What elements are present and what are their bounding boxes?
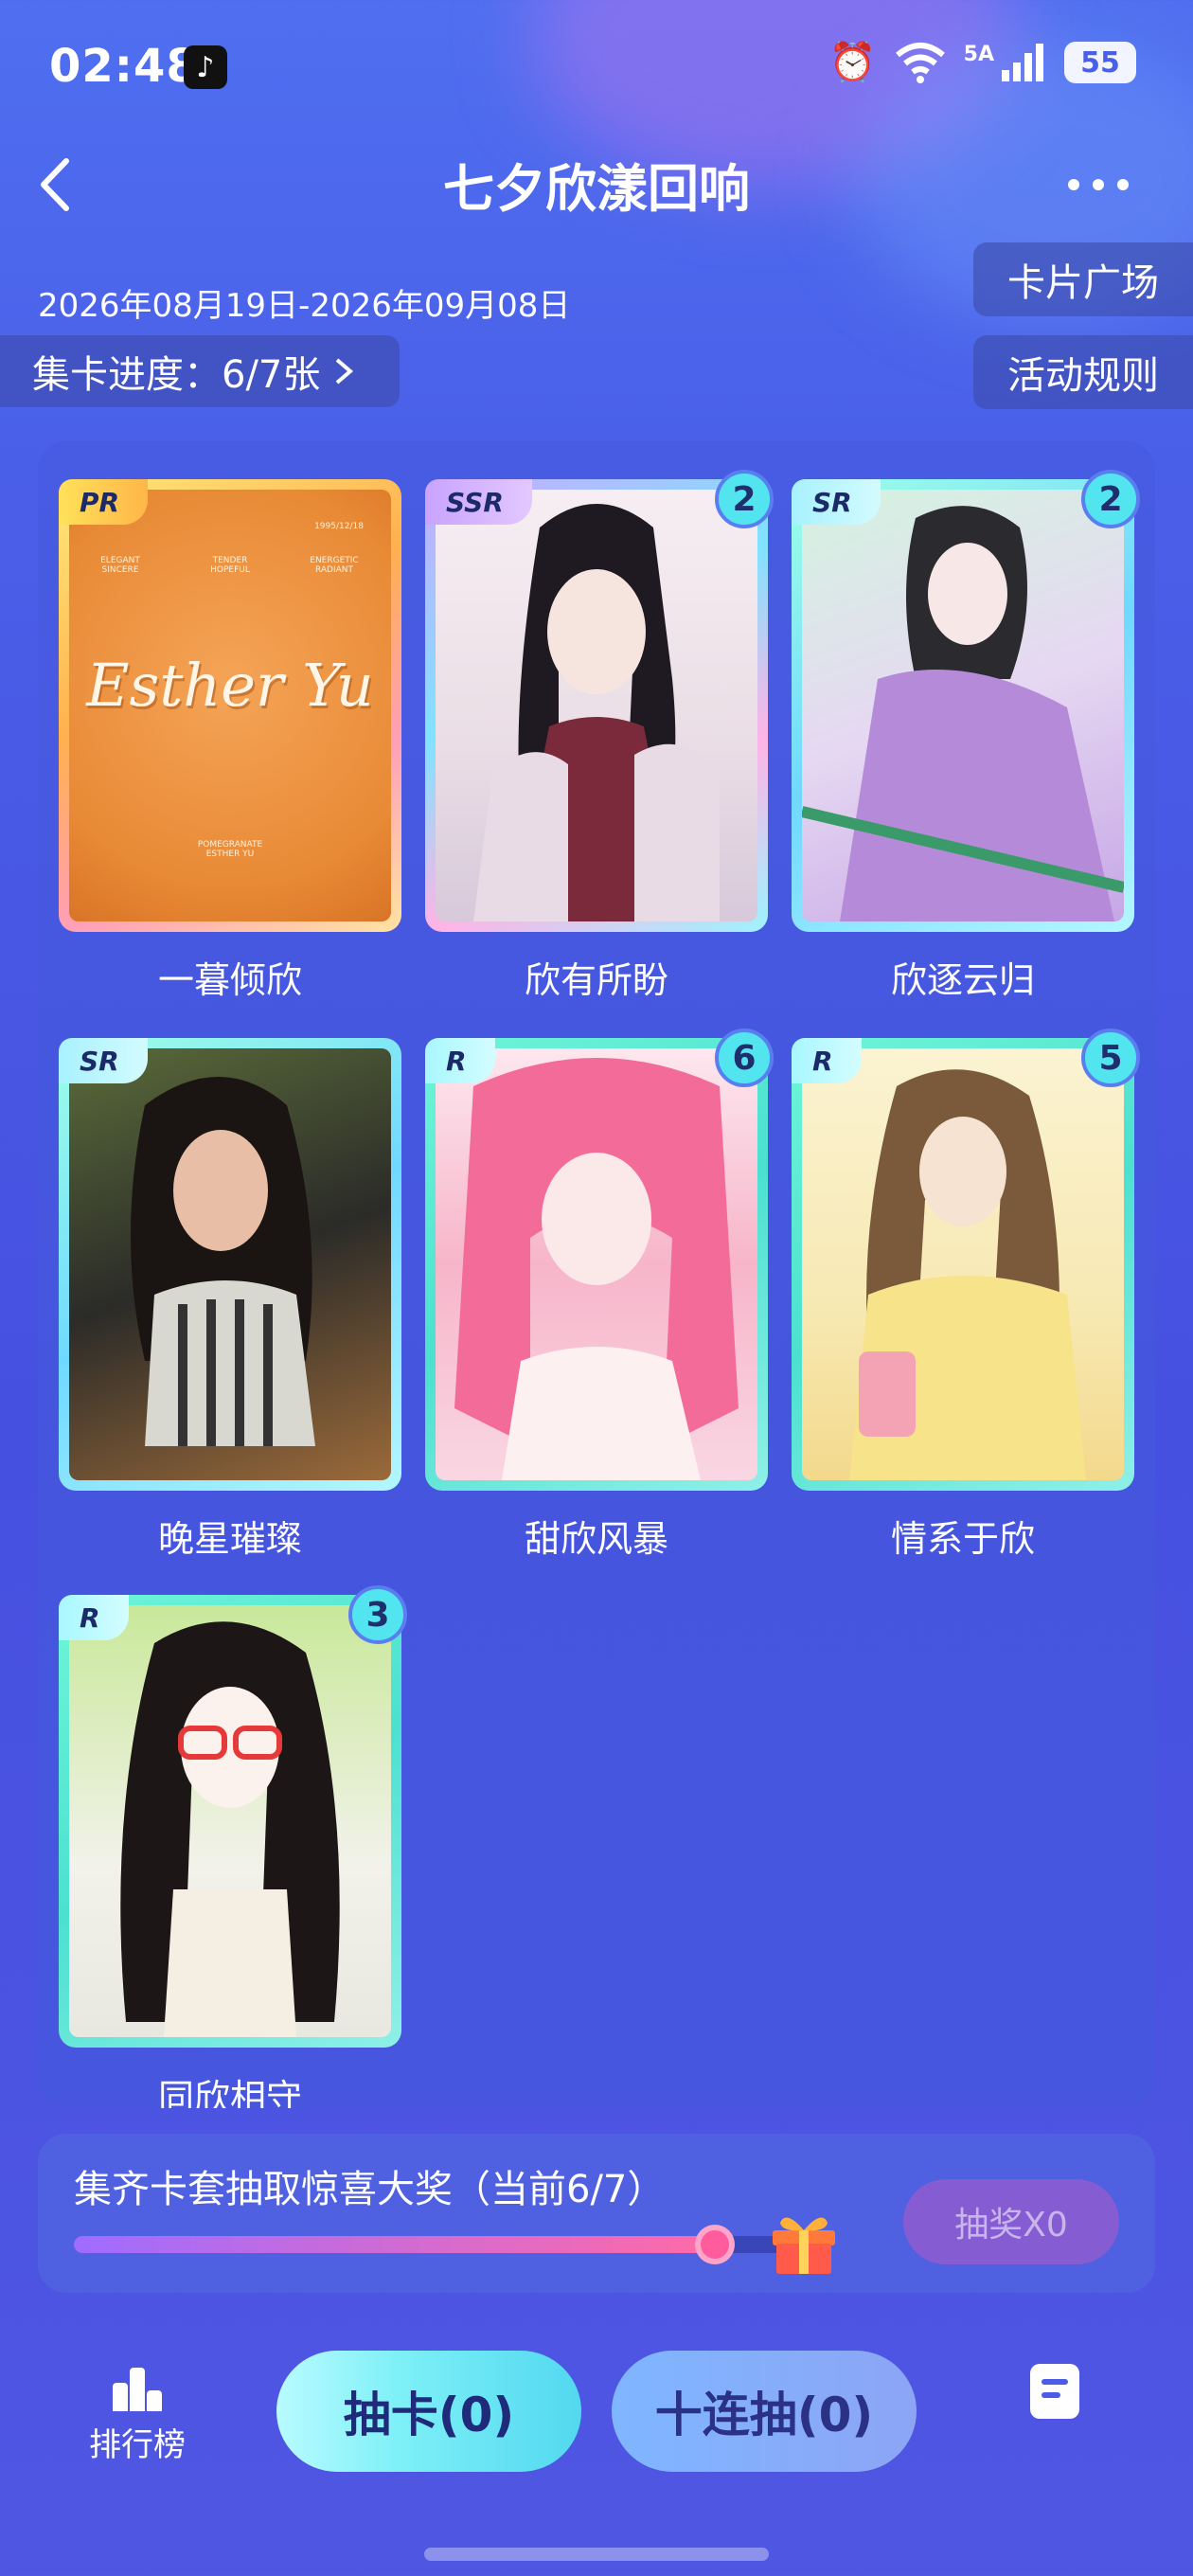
status-time: 02:48 (49, 40, 199, 93)
card-grid-panel: ELEGANT SINCERE TENDER HOPEFUL ENERGETIC RA… (38, 441, 1155, 2108)
card-art (69, 1605, 391, 2037)
rarity-badge: SR (59, 1038, 148, 1083)
card-plaza-button[interactable]: 卡片广场 (973, 242, 1193, 316)
activity-rules-button[interactable]: 活动规则 (973, 335, 1193, 409)
rarity-badge: SSR (425, 479, 532, 525)
gift-icon (773, 2217, 835, 2274)
wifi-icon (895, 43, 945, 83)
more-button[interactable] (1068, 161, 1153, 208)
reward-progress-text: 集齐卡套抽取惊喜大奖（当前6/7） (74, 2168, 666, 2211)
reward-progress-bar (74, 2225, 822, 2264)
network-label: 5A (963, 42, 994, 66)
event-date-range: 2026年08月19日-2026年09月08日 (38, 287, 571, 325)
progress-fill (74, 2236, 715, 2253)
card-script-text: Esther Yu (86, 651, 374, 720)
card-item[interactable]: R 6 (425, 1029, 774, 1491)
collection-progress-label: 集卡进度：6/7张 (32, 353, 321, 397)
ranking-tab[interactable]: 排行榜 (57, 2358, 218, 2465)
card-art (436, 1048, 757, 1480)
battery-icon: 55 (1064, 42, 1136, 83)
card-name: 欣逐云归 (890, 959, 1035, 1001)
lottery-button[interactable]: 抽奖X0 (903, 2179, 1119, 2264)
card-item[interactable]: R 5 (792, 1029, 1140, 1491)
reward-progress-panel: 集齐卡套抽取惊喜大奖（当前6/7） 抽奖X0 (38, 2134, 1155, 2293)
ranking-icon (109, 2358, 166, 2411)
card-item[interactable]: ELEGANT SINCERE TENDER HOPEFUL ENERGETIC RA… (59, 479, 401, 932)
tiktok-icon: ♪ (184, 45, 227, 89)
status-bar: 02:48 ♪ ⏰ 5A 55 (0, 0, 1193, 142)
signal-icon (1002, 44, 1043, 81)
card-item[interactable]: SR 2 (792, 470, 1140, 932)
page-title: 七夕欣漾回响 (443, 159, 750, 219)
rarity-badge: R (425, 1038, 495, 1083)
home-indicator (424, 2548, 769, 2561)
card-art: ELEGANT SINCERE TENDER HOPEFUL ENERGETIC RA… (69, 490, 391, 921)
card-count-badge: 5 (1081, 1029, 1140, 1087)
chevron-right-icon (336, 358, 354, 385)
card-count-badge: 2 (1081, 470, 1140, 528)
card-name: 甜欣风暴 (524, 1518, 668, 1560)
rarity-badge: R (59, 1595, 129, 1640)
rarity-badge: SR (792, 479, 881, 525)
card-name: 同欣相守 (157, 2077, 302, 2108)
card-count-badge: 3 (348, 1585, 407, 1644)
rarity-badge: R (792, 1038, 862, 1083)
card-art (802, 490, 1124, 921)
card-item[interactable]: SR (59, 1038, 401, 1491)
card-count-badge: 6 (715, 1029, 774, 1087)
draw-card-button[interactable]: 抽卡(0) (276, 2351, 581, 2472)
card-item[interactable]: SSR 2 (425, 470, 774, 932)
card-art (802, 1048, 1124, 1480)
progress-knob (695, 2225, 735, 2264)
ten-draw-button[interactable]: 十连抽(0) (612, 2351, 917, 2472)
rarity-badge: PR (59, 479, 149, 525)
card-name: 欣有所盼 (524, 959, 668, 1001)
card-art (69, 1048, 391, 1480)
ranking-label: 排行榜 (89, 2426, 186, 2464)
card-name: 一暮倾欣 (157, 959, 302, 1001)
card-name: 情系于欣 (890, 1518, 1035, 1560)
card-name: 晚星璀璨 (157, 1518, 302, 1560)
card-art (436, 490, 757, 921)
records-icon[interactable] (1030, 2364, 1079, 2419)
alarm-icon: ⏰ (828, 41, 877, 84)
collection-progress-button[interactable]: 集卡进度：6/7张 (0, 335, 400, 407)
card-count-badge: 2 (715, 470, 774, 528)
status-icons: ⏰ 5A 55 (829, 42, 1136, 83)
card-item[interactable]: R 3 (59, 1585, 407, 2048)
